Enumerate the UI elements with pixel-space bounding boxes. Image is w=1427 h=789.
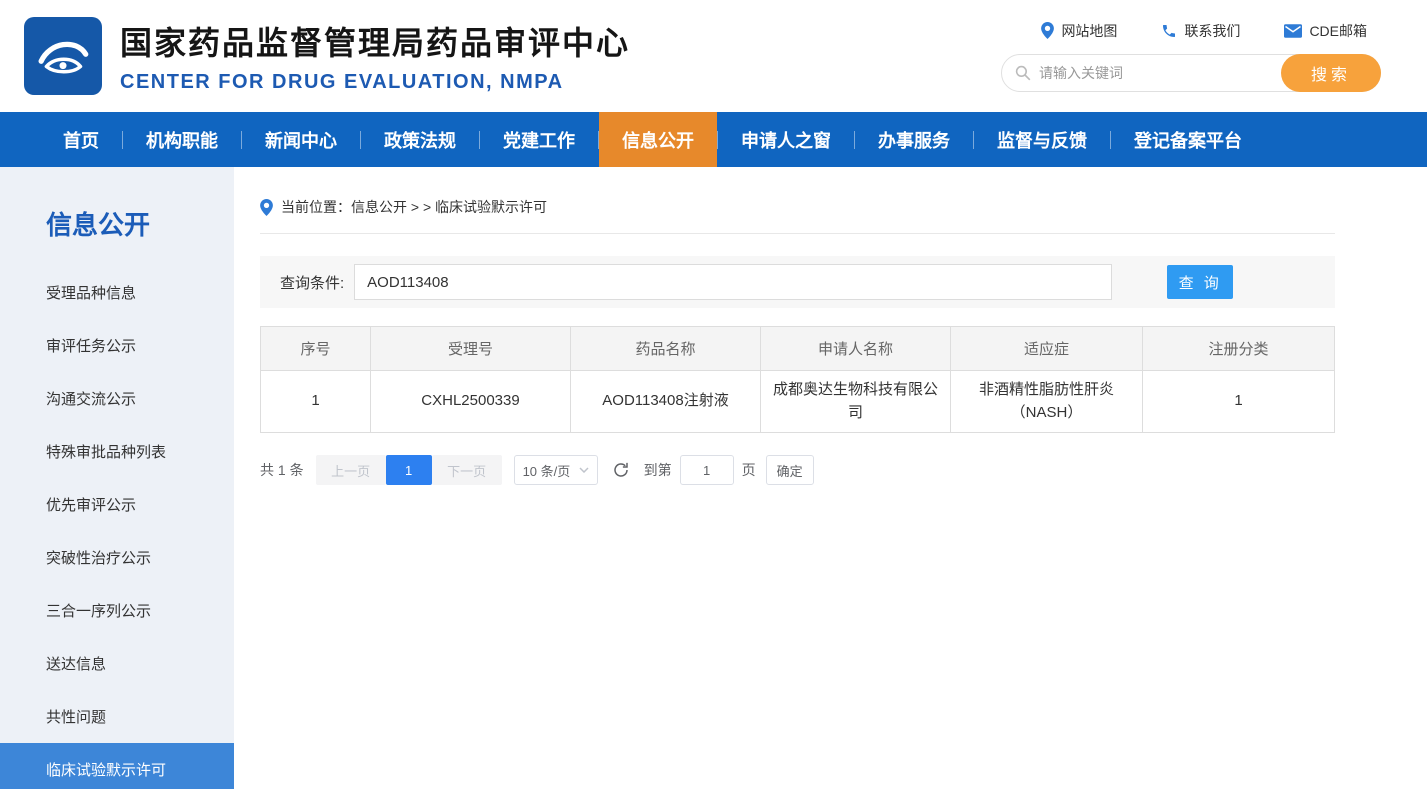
- nav-item-applicant-window[interactable]: 申请人之窗: [718, 112, 854, 167]
- col-header-drug-name: 药品名称: [571, 327, 761, 371]
- cell-applicant: 成都奥达生物科技有限公司: [761, 371, 951, 433]
- site-subtitle: CENTER FOR DRUG EVALUATION, NMPA: [120, 71, 630, 94]
- refresh-icon[interactable]: [612, 461, 630, 479]
- main-nav: 首页 机构职能 新闻中心 政策法规 党建工作 信息公开 申请人之窗 办事服务 监…: [0, 112, 1427, 167]
- cell-index: 1: [261, 371, 371, 433]
- sidebar-item-accepted-varieties[interactable]: 受理品种信息: [0, 266, 234, 319]
- nav-item-info-disclosure[interactable]: 信息公开: [599, 112, 717, 167]
- pagination: 共 1 条 上一页 1 下一页 10 条/页 到第 页 确定: [260, 455, 1335, 485]
- sitemap-link-label: 网站地图: [1061, 21, 1117, 41]
- contact-link[interactable]: 联系我们: [1161, 21, 1240, 41]
- next-page-button[interactable]: 下一页: [432, 455, 502, 485]
- sidebar-item-priority-review[interactable]: 优先审评公示: [0, 478, 234, 531]
- page-size-select[interactable]: 10 条/页: [514, 455, 598, 485]
- sidebar-item-breakthrough-therapy[interactable]: 突破性治疗公示: [0, 531, 234, 584]
- nav-item-functions[interactable]: 机构职能: [123, 112, 241, 167]
- cell-indication: 非酒精性脂肪性肝炎（NASH）: [951, 371, 1143, 433]
- cell-drug-name: AOD113408注射液: [571, 371, 761, 433]
- query-button[interactable]: 查 询: [1167, 265, 1233, 299]
- sidebar: 信息公开 受理品种信息 审评任务公示 沟通交流公示 特殊审批品种列表 优先审评公…: [0, 167, 234, 789]
- site-title: 国家药品监督管理局药品审评中心: [120, 18, 630, 64]
- col-header-index: 序号: [261, 327, 371, 371]
- cell-registration-class: 1: [1143, 371, 1335, 433]
- sidebar-item-three-in-one[interactable]: 三合一序列公示: [0, 584, 234, 637]
- col-header-applicant: 申请人名称: [761, 327, 951, 371]
- quick-links: 网站地图 联系我们 CDE邮箱: [1041, 21, 1381, 41]
- breadcrumb: 当前位置：信息公开 > > 临床试验默示许可: [260, 197, 1335, 234]
- search-button[interactable]: 搜索: [1281, 54, 1381, 92]
- nav-item-services[interactable]: 办事服务: [855, 112, 973, 167]
- nav-item-supervision[interactable]: 监督与反馈: [974, 112, 1110, 167]
- query-input[interactable]: [354, 264, 1112, 300]
- sitemap-link[interactable]: 网站地图: [1041, 21, 1117, 41]
- sidebar-item-clinical-trial-implied-license[interactable]: 临床试验默示许可: [0, 743, 234, 789]
- sidebar-item-communication[interactable]: 沟通交流公示: [0, 372, 234, 425]
- title-block: 国家药品监督管理局药品审评中心 CENTER FOR DRUG EVALUATI…: [120, 18, 630, 94]
- content: 信息公开 受理品种信息 审评任务公示 沟通交流公示 特殊审批品种列表 优先审评公…: [0, 167, 1427, 789]
- sidebar-title: 信息公开: [0, 197, 234, 266]
- goto-page-label: 到第: [644, 460, 672, 480]
- goto-page-input[interactable]: [680, 455, 734, 485]
- prev-page-button[interactable]: 上一页: [316, 455, 386, 485]
- sidebar-item-delivery-info[interactable]: 送达信息: [0, 637, 234, 690]
- goto-page-suffix: 页: [742, 460, 756, 480]
- location-pin-icon: [260, 199, 273, 216]
- search-box: 搜索: [1001, 54, 1381, 92]
- cde-logo-icon: [35, 28, 91, 84]
- page-number-button[interactable]: 1: [386, 455, 432, 485]
- nav-item-party[interactable]: 党建工作: [480, 112, 598, 167]
- nav-item-home[interactable]: 首页: [40, 112, 122, 167]
- page: 国家药品监督管理局药品审评中心 CENTER FOR DRUG EVALUATI…: [0, 0, 1427, 789]
- mailbox-link-label: CDE邮箱: [1309, 21, 1367, 41]
- cde-logo: [24, 17, 102, 95]
- contact-link-label: 联系我们: [1184, 21, 1240, 41]
- nav-item-news[interactable]: 新闻中心: [242, 112, 360, 167]
- breadcrumb-text: 当前位置：信息公开 > > 临床试验默示许可: [281, 197, 547, 217]
- confirm-button[interactable]: 确定: [766, 455, 814, 485]
- col-header-registration-class: 注册分类: [1143, 327, 1335, 371]
- nav-item-policy[interactable]: 政策法规: [361, 112, 479, 167]
- phone-icon: [1161, 23, 1177, 39]
- query-label: 查询条件:: [280, 272, 344, 293]
- mailbox-link[interactable]: CDE邮箱: [1284, 21, 1367, 41]
- mail-icon: [1284, 24, 1302, 38]
- sidebar-item-review-tasks[interactable]: 审评任务公示: [0, 319, 234, 372]
- results-table: 序号 受理号 药品名称 申请人名称 适应症 注册分类 1 CXHL2500339…: [260, 326, 1335, 433]
- main-area: 当前位置：信息公开 > > 临床试验默示许可 查询条件: 查 询 序号 受理号 …: [234, 167, 1427, 789]
- col-header-acceptance-no: 受理号: [371, 327, 571, 371]
- table-header-row: 序号 受理号 药品名称 申请人名称 适应症 注册分类: [261, 327, 1335, 371]
- sidebar-item-special-approval[interactable]: 特殊审批品种列表: [0, 425, 234, 478]
- table-row: 1 CXHL2500339 AOD113408注射液 成都奥达生物科技有限公司 …: [261, 371, 1335, 433]
- site-header: 国家药品监督管理局药品审评中心 CENTER FOR DRUG EVALUATI…: [0, 0, 1427, 112]
- query-bar: 查询条件: 查 询: [260, 256, 1335, 308]
- location-pin-icon: [1041, 22, 1054, 39]
- cell-acceptance-no: CXHL2500339: [371, 371, 571, 433]
- chevron-down-icon: [579, 467, 589, 473]
- page-size-value: 10 条/页: [523, 461, 571, 480]
- search-icon: [1015, 65, 1031, 81]
- header-right: 网站地图 联系我们 CDE邮箱 搜索: [1001, 21, 1381, 92]
- col-header-indication: 适应症: [951, 327, 1143, 371]
- sidebar-item-common-issues[interactable]: 共性问题: [0, 690, 234, 743]
- pagination-total: 共 1 条: [260, 460, 304, 480]
- nav-item-registration-platform[interactable]: 登记备案平台: [1111, 112, 1265, 167]
